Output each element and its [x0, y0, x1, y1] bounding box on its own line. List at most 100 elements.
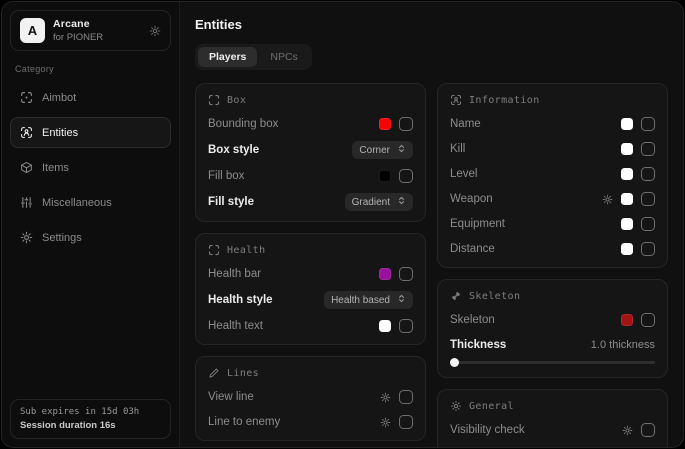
checkbox[interactable] — [399, 267, 413, 281]
dropdown-health-style[interactable]: Health based — [324, 291, 413, 309]
panel-title: Box — [227, 95, 246, 106]
package-icon — [20, 161, 33, 174]
row-label: Equipment — [450, 218, 505, 230]
row-label: Thickness — [450, 339, 506, 351]
sidebar-item-aimbot[interactable]: Aimbot — [10, 82, 171, 113]
app-window: A Arcane for PIONER Category AimbotEntit… — [1, 1, 684, 448]
color-swatch[interactable] — [379, 268, 391, 280]
color-swatch[interactable] — [621, 218, 633, 230]
checkbox[interactable] — [641, 313, 655, 327]
panel-rows: NameKillLevelWeaponEquipmentDistance — [450, 116, 655, 257]
panel-header: General — [450, 400, 655, 412]
checkbox[interactable] — [399, 169, 413, 183]
panel-title: Health — [227, 245, 266, 256]
row-label: Level — [450, 168, 478, 180]
panel-header: Lines — [208, 367, 413, 379]
app-logo: A — [20, 18, 45, 43]
gear-icon[interactable] — [602, 194, 613, 205]
setting-row: Level — [450, 166, 655, 182]
row-label: Distance — [450, 243, 495, 255]
dropdown-value: Health based — [331, 295, 390, 306]
setting-row: Line to enemy — [208, 414, 413, 430]
tab-bar: PlayersNPCs — [195, 44, 312, 70]
sidebar: A Arcane for PIONER Category AimbotEntit… — [2, 2, 180, 447]
sidebar-item-settings[interactable]: Settings — [10, 222, 171, 253]
sidebar-item-items[interactable]: Items — [10, 152, 171, 183]
setting-row: Health bar — [208, 266, 413, 282]
row-controls: Gradient — [345, 193, 413, 211]
dropdown-fill-style[interactable]: Gradient — [345, 193, 413, 211]
row-equipment: Equipment — [450, 216, 655, 232]
checkbox[interactable] — [399, 117, 413, 131]
gear-icon[interactable] — [380, 417, 391, 428]
row-controls: Health based — [324, 291, 413, 309]
panel-header: Skeleton — [450, 290, 655, 302]
row-controls — [621, 117, 655, 131]
entity-scan-icon — [20, 126, 33, 139]
gear-icon[interactable] — [622, 425, 633, 436]
checkbox[interactable] — [399, 390, 413, 404]
slider-thickness[interactable] — [450, 358, 655, 367]
right-column: InformationNameKillLevelWeaponEquipmentD… — [437, 83, 668, 447]
aimbot-crosshair-icon — [20, 91, 33, 104]
header-gear-icon[interactable] — [149, 25, 161, 37]
color-swatch[interactable] — [379, 170, 391, 182]
color-swatch[interactable] — [621, 168, 633, 180]
row-label: Fill style — [208, 196, 254, 208]
color-swatch[interactable] — [379, 118, 391, 130]
panel-rows: Visibility checkMax distance500m — [450, 422, 655, 447]
row-view-line: View line — [208, 389, 413, 405]
panel-header: Information — [450, 94, 655, 106]
gear-icon — [20, 231, 33, 244]
checkbox[interactable] — [641, 167, 655, 181]
row-value: 1.0 thickness — [591, 339, 655, 351]
gear-icon[interactable] — [380, 392, 391, 403]
main-content: Entities PlayersNPCs Box Bounding box Box … — [180, 2, 683, 447]
checkbox[interactable] — [641, 423, 655, 437]
sidebar-item-label: Miscellaneous — [42, 197, 112, 209]
row-controls: 1.0 thickness — [591, 339, 655, 351]
row-line-to-enemy: Line to enemy — [208, 414, 413, 430]
sidebar-item-miscellaneous[interactable]: Miscellaneous — [10, 187, 171, 218]
setting-row: Name — [450, 116, 655, 132]
panel-rows: View line Line to enemy — [208, 389, 413, 430]
setting-row: Fill style Gradient — [208, 193, 413, 211]
dropdown-box-style[interactable]: Corner — [352, 141, 413, 159]
panel-title: Information — [469, 95, 540, 106]
setting-row: Thickness 1.0 thickness — [450, 337, 655, 353]
slider-thumb[interactable] — [450, 358, 459, 367]
color-swatch[interactable] — [379, 320, 391, 332]
row-bounding-box: Bounding box — [208, 116, 413, 132]
checkbox[interactable] — [641, 242, 655, 256]
row-label: Fill box — [208, 170, 244, 182]
row-label: View line — [208, 391, 254, 403]
color-swatch[interactable] — [621, 118, 633, 130]
unfold-icon — [397, 144, 406, 156]
checkbox[interactable] — [399, 415, 413, 429]
subscription-card: Sub expires in 15d 03h Session duration … — [10, 399, 171, 439]
row-controls — [621, 313, 655, 327]
tab-npcs[interactable]: NPCs — [259, 47, 308, 67]
checkbox[interactable] — [641, 117, 655, 131]
row-box-style: Box styleCorner — [208, 141, 413, 159]
color-swatch[interactable] — [621, 314, 633, 326]
panel-rows: Health barHealth styleHealth basedHealth… — [208, 266, 413, 334]
color-swatch[interactable] — [621, 243, 633, 255]
checkbox[interactable] — [399, 319, 413, 333]
page-title: Entities — [195, 17, 668, 32]
setting-row: Equipment — [450, 216, 655, 232]
left-column: Box Bounding box Box styleCorner Fill box Fi… — [195, 83, 426, 441]
color-swatch[interactable] — [621, 193, 633, 205]
panel-rows: Bounding box Box styleCorner Fill box Fill … — [208, 116, 413, 211]
sidebar-item-entities[interactable]: Entities — [10, 117, 171, 148]
color-swatch[interactable] — [621, 143, 633, 155]
row-controls — [621, 242, 655, 256]
panel-lines: Lines View line Line to enemy — [195, 356, 426, 441]
row-label: Name — [450, 118, 481, 130]
checkbox[interactable] — [641, 217, 655, 231]
row-label: Visibility check — [450, 424, 525, 436]
tab-players[interactable]: Players — [198, 47, 257, 67]
checkbox[interactable] — [641, 192, 655, 206]
checkbox[interactable] — [641, 142, 655, 156]
row-controls — [380, 415, 413, 429]
